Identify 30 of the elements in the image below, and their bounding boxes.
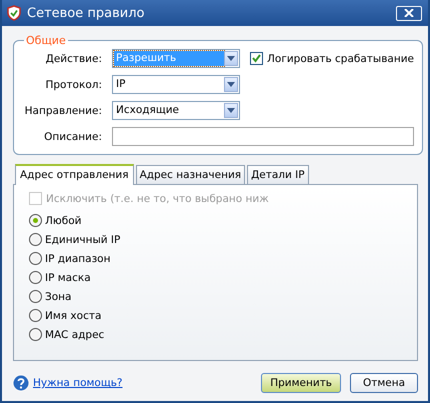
dropdown-value: Разрешить — [114, 51, 224, 66]
close-icon — [404, 9, 414, 17]
radio-option[interactable]: IP маска — [29, 271, 402, 284]
field-label: Направление: — [24, 104, 102, 116]
dropdown[interactable]: Исходящие — [112, 101, 240, 120]
help-link[interactable]: Нужна помощь? — [33, 377, 122, 389]
window-title: Сетевое правило — [27, 6, 146, 20]
radio-option[interactable]: Единичный IP — [29, 233, 402, 246]
dropdown-value: Исходящие — [115, 103, 180, 118]
log-checkbox[interactable]: Логировать срабатывание — [250, 52, 414, 65]
close-button[interactable] — [396, 6, 422, 20]
radio-option[interactable]: Любой — [29, 214, 402, 227]
field-label: Описание: — [43, 130, 102, 142]
dropdown[interactable]: IP — [112, 75, 240, 94]
group-title: Общие — [25, 34, 67, 47]
radio-option[interactable]: MAC адрес — [29, 328, 402, 341]
radio-option[interactable]: IP диапазон — [29, 252, 402, 265]
dropdown-value: IP — [115, 77, 126, 92]
tab[interactable]: Детали IP — [247, 165, 309, 184]
apply-button[interactable]: Применить — [261, 373, 341, 393]
field-label: Действие: — [44, 52, 102, 64]
radio-option[interactable]: Имя хоста — [29, 309, 402, 322]
help-icon — [13, 375, 29, 391]
cancel-button[interactable]: Отмена — [350, 373, 418, 393]
description-field[interactable] — [112, 127, 414, 146]
shield-icon — [6, 5, 22, 21]
tab[interactable]: Адрес отправления — [15, 164, 134, 185]
tab[interactable]: Адрес назначения — [136, 165, 246, 184]
field-label: Протокол: — [44, 78, 102, 90]
radio-option[interactable]: Зона — [29, 290, 402, 303]
